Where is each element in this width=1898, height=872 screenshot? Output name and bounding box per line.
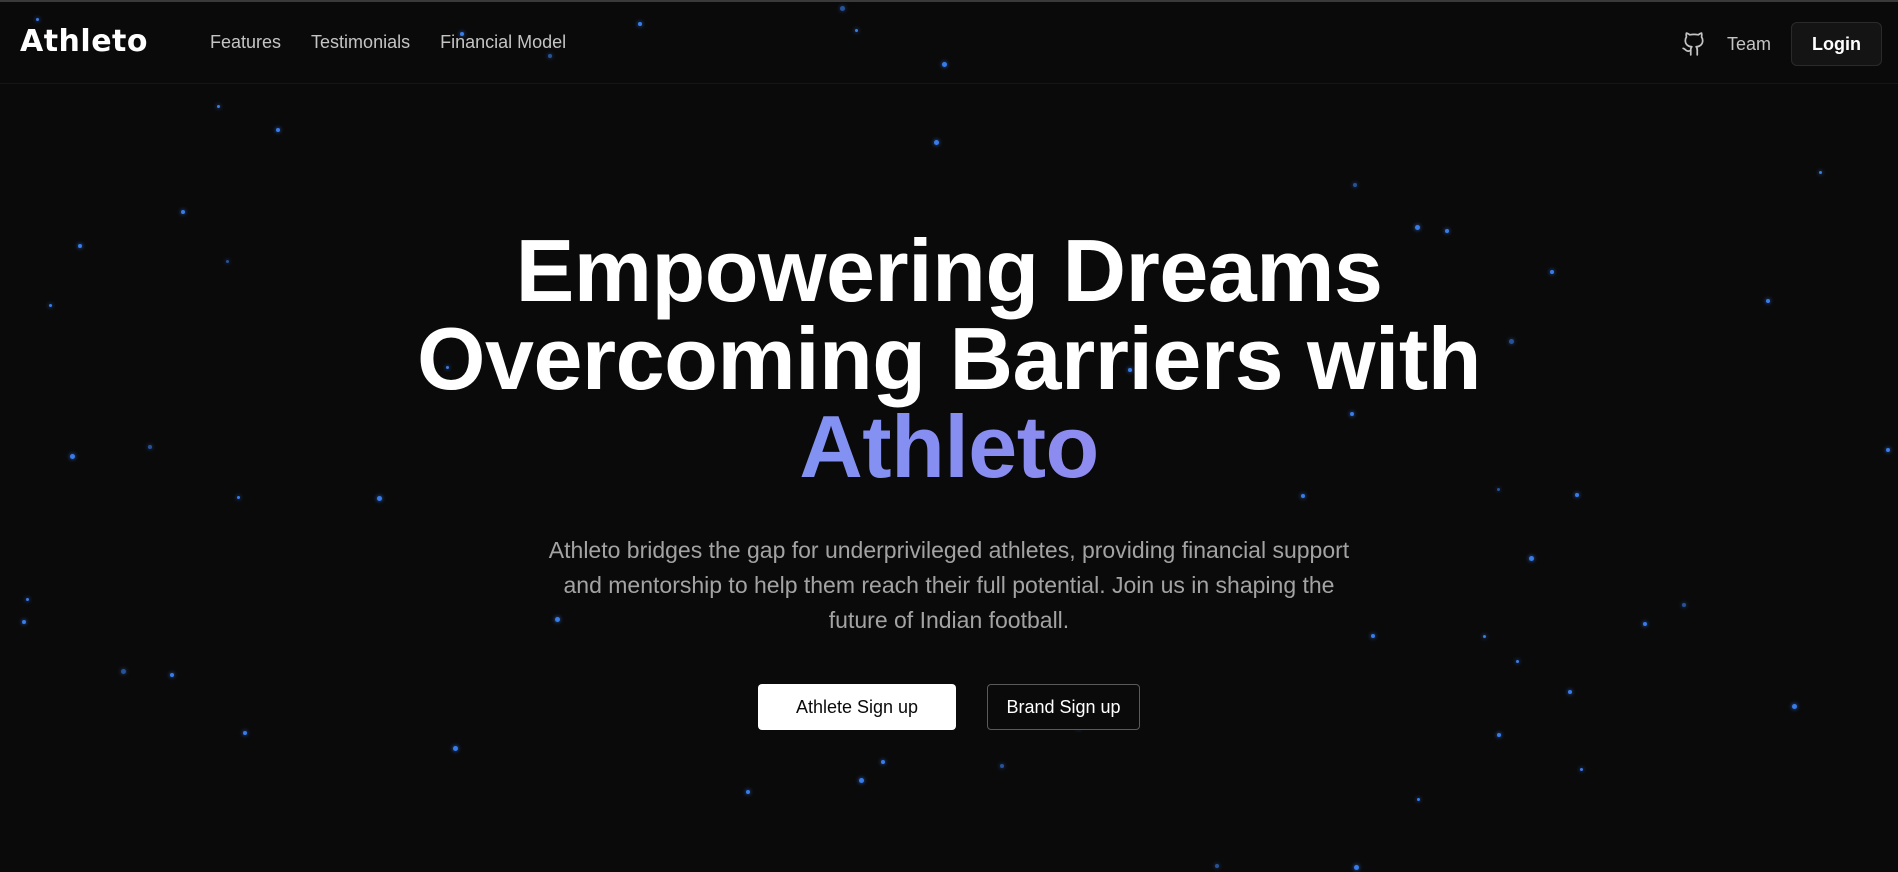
star-dot <box>1215 864 1219 868</box>
nav-actions: Team Login <box>1681 22 1882 66</box>
star-dot <box>1580 768 1583 771</box>
nav-link-financial-model[interactable]: Financial Model <box>440 32 566 53</box>
nav-links: Features Testimonials Financial Model <box>210 32 596 53</box>
brand-signup-button[interactable]: Brand Sign up <box>987 684 1140 730</box>
star-dot <box>243 731 247 735</box>
hero-title-line-1: Empowering Dreams <box>515 221 1383 320</box>
star-dot <box>1353 183 1357 187</box>
navbar: Athleto Features Testimonials Financial … <box>0 2 1898 84</box>
athlete-signup-button[interactable]: Athlete Sign up <box>758 684 956 730</box>
brand-logo[interactable]: Athleto <box>20 24 148 59</box>
hero-title-brand: Athleto <box>0 403 1898 491</box>
nav-link-features[interactable]: Features <box>210 32 281 53</box>
star-dot <box>276 128 280 132</box>
star-dot <box>881 760 885 764</box>
star-dot <box>1000 764 1004 768</box>
hero-title-line-2: Overcoming Barriers with <box>417 309 1481 408</box>
github-icon[interactable] <box>1681 31 1707 57</box>
hero-subtitle: Athleto bridges the gap for underprivile… <box>548 537 1350 633</box>
hero-section: Empowering Dreams Overcoming Barriers wi… <box>0 227 1898 730</box>
cta-row: Athlete Sign up Brand Sign up <box>0 684 1898 730</box>
star-dot <box>1417 798 1420 801</box>
login-button[interactable]: Login <box>1791 22 1882 66</box>
star-dot <box>934 140 939 145</box>
page: Athleto Features Testimonials Financial … <box>0 0 1898 872</box>
star-dot <box>181 210 185 214</box>
star-dot <box>1354 865 1359 870</box>
star-dot <box>1819 171 1822 174</box>
star-dot <box>453 746 458 751</box>
star-dot <box>859 778 864 783</box>
star-dot <box>1497 733 1501 737</box>
star-dot <box>217 105 220 108</box>
star-dot <box>746 790 750 794</box>
nav-link-testimonials[interactable]: Testimonials <box>311 32 410 53</box>
hero-title: Empowering Dreams Overcoming Barriers wi… <box>0 227 1898 491</box>
nav-link-team[interactable]: Team <box>1727 34 1771 55</box>
